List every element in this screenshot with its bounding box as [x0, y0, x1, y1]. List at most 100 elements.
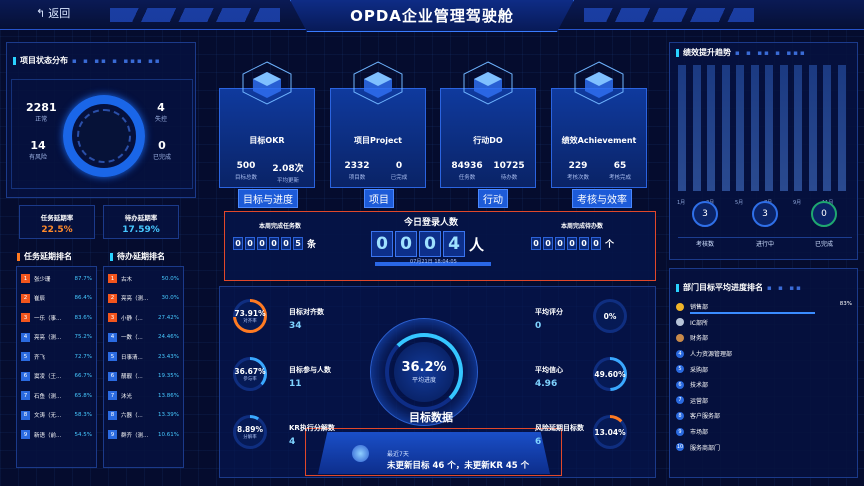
rank-name: 张少珊	[34, 276, 51, 283]
card-tag-button[interactable]: 目标与进度	[238, 189, 298, 208]
back-label: 返回	[48, 7, 71, 20]
rank-value: 75.2%	[74, 334, 92, 341]
counter-digit: 0	[395, 231, 417, 257]
rank-value: 58.3%	[74, 412, 92, 419]
goal-metric: 目标参与人数 11	[289, 366, 331, 389]
counter-digit: 0	[591, 237, 601, 250]
dept-row: 8 客户服务部	[676, 408, 854, 424]
counter-digit: 0	[567, 237, 577, 250]
dept-value: 83%	[839, 301, 852, 307]
rank-value: 13.86%	[158, 392, 179, 399]
rank-value: 65.8%	[74, 392, 92, 399]
circle-assess[interactable]: 3	[692, 201, 718, 227]
dept-name: 服务商部门	[690, 444, 721, 452]
login-stats-box: 本周完成任务数 000005条 今日登录人数 0004人 07月21日 18:0…	[224, 211, 656, 281]
rank-row: 1 古木 50.0%	[108, 269, 179, 289]
card-title: 项目Project	[353, 136, 403, 145]
todo-rank-title: 待办延期排名	[110, 251, 165, 262]
dept-name: 技术部	[690, 382, 709, 390]
rank-number: 1	[108, 274, 117, 284]
goal-data-title: 目标数据	[409, 411, 453, 424]
rank-row: 6 靓靓（... 19.35%	[108, 367, 179, 387]
dept-name: 财务部	[690, 335, 709, 343]
rank-number: 5	[108, 352, 117, 362]
performance-trend-panel: 绩效提升趋势▪ ▪ ▪▪ ▪ ▪▪▪ 1月3月5月7月9月11月	[669, 42, 858, 260]
card-stat-2: 2.08次 平均更新	[272, 164, 304, 184]
medal-icon	[676, 302, 684, 311]
goal-ring: 13.04%	[593, 415, 627, 449]
trend-bar	[692, 65, 701, 191]
goal-metric: 目标对齐数 34	[289, 308, 324, 331]
trend-bar	[736, 65, 744, 191]
login-date: 07月21日 18:04:05	[410, 259, 457, 265]
rank-row: 5 日事清... 23.43%	[108, 347, 179, 367]
rank-name: 小静（...	[121, 315, 143, 322]
card-tag-button[interactable]: 项目	[364, 189, 394, 208]
card-title: 目标OKR	[249, 136, 285, 145]
counter-digit: 0	[543, 237, 553, 250]
trend-bar	[823, 65, 831, 191]
rank-row: 2 亮亮（测... 30.0%	[108, 289, 179, 309]
rank-number: 3	[21, 313, 30, 323]
back-button[interactable]: ↰ 返回	[36, 5, 70, 21]
rank-number: 6	[21, 371, 30, 381]
card-stat-1: 500 目标总数	[234, 161, 257, 181]
rank-row: 4 一数（... 24.46%	[108, 328, 179, 348]
goal-ring: 73.91% 对齐率	[233, 299, 267, 333]
rank-number: 4	[108, 332, 117, 342]
card-tag-button[interactable]: 考核与效率	[572, 189, 632, 208]
stat-out-of-control: 4 失控	[155, 101, 168, 123]
rank-badge-icon: 10	[676, 443, 684, 452]
rank-name: 崔辰	[34, 296, 46, 303]
card-tag-button[interactable]: 行动	[478, 189, 508, 208]
goal-ring: 49.60%	[593, 357, 627, 391]
rank-name: 齐飞	[34, 354, 46, 361]
rank-value: 50.0%	[161, 275, 179, 282]
rank-value: 30.0%	[161, 295, 179, 302]
counter-digit: 0	[233, 237, 243, 250]
card-illustration-icon	[458, 58, 518, 108]
back-arrow-icon: ↰	[36, 6, 46, 20]
project-status-panel: 项目状态分布 ▪ ▪ ▪▪ ▪ ▪▪▪ ▪▪ 2281 正常 14 有风险 4 失控 0…	[6, 42, 196, 198]
rank-name: 文涛（无...	[34, 413, 62, 420]
circle-in-progress[interactable]: 3	[752, 201, 778, 227]
card-stat-1: 84936 任务数	[451, 161, 483, 181]
rank-badge-icon: 8	[676, 411, 684, 420]
month-tick-label: 1月	[677, 200, 686, 206]
trend-title: 绩效提升趋势 ▪ ▪ ▪▪ ▪ ▪▪▪	[676, 47, 807, 58]
card-stat-1: 2332 项目数	[344, 161, 370, 181]
card-illustration-icon	[348, 58, 408, 108]
rank-value: 19.35%	[158, 373, 179, 380]
dept-row: 9 市场部	[676, 424, 854, 440]
goal-metric: KR执行分解数 4	[289, 424, 335, 447]
dept-name: IC部所	[690, 319, 708, 327]
today-login-counter: 0004人	[371, 231, 484, 257]
rank-name: 石鱼（测...	[34, 393, 62, 400]
rank-number: 8	[108, 410, 117, 420]
goal-metric: 平均评分 0	[535, 308, 563, 331]
counter-digit: 5	[293, 237, 303, 250]
project-status-title: 项目状态分布 ▪ ▪ ▪▪ ▪ ▪▪▪ ▪▪	[13, 55, 162, 66]
task-delay-rate: 任务延期率 22.5%	[19, 205, 95, 239]
todo-delay-rate: 待办延期率 17.59%	[103, 205, 179, 239]
rank-row: 2 崔辰 86.4%	[21, 289, 92, 309]
counter-unit: 人	[469, 235, 485, 254]
rank-name: 群齐（测...	[121, 432, 149, 439]
card-illustration-icon	[569, 58, 629, 108]
counter-digit: 0	[245, 237, 255, 250]
rank-number: 9	[108, 430, 117, 440]
trend-bar	[707, 65, 715, 191]
rank-badge-icon: 4	[676, 349, 684, 358]
trend-bar	[678, 65, 686, 191]
counter-unit: 个	[605, 240, 615, 250]
counter-digit: 0	[269, 237, 279, 250]
circle-done[interactable]: 0	[811, 201, 837, 227]
trend-bar	[837, 65, 846, 191]
dept-rank-list: 销售部 83% IC部所 财务部 4 人力资源管理部 5 采购部 6 技术部 7 运营部 8 客户服务部 9…	[676, 299, 854, 455]
counter-digit: 0	[371, 231, 393, 257]
rank-number: 7	[21, 391, 30, 401]
counter-digit: 0	[281, 237, 291, 250]
rank-value: 10.61%	[158, 431, 179, 438]
medal-icon	[676, 318, 684, 327]
rank-row: 3 小静（... 27.42%	[108, 308, 179, 328]
